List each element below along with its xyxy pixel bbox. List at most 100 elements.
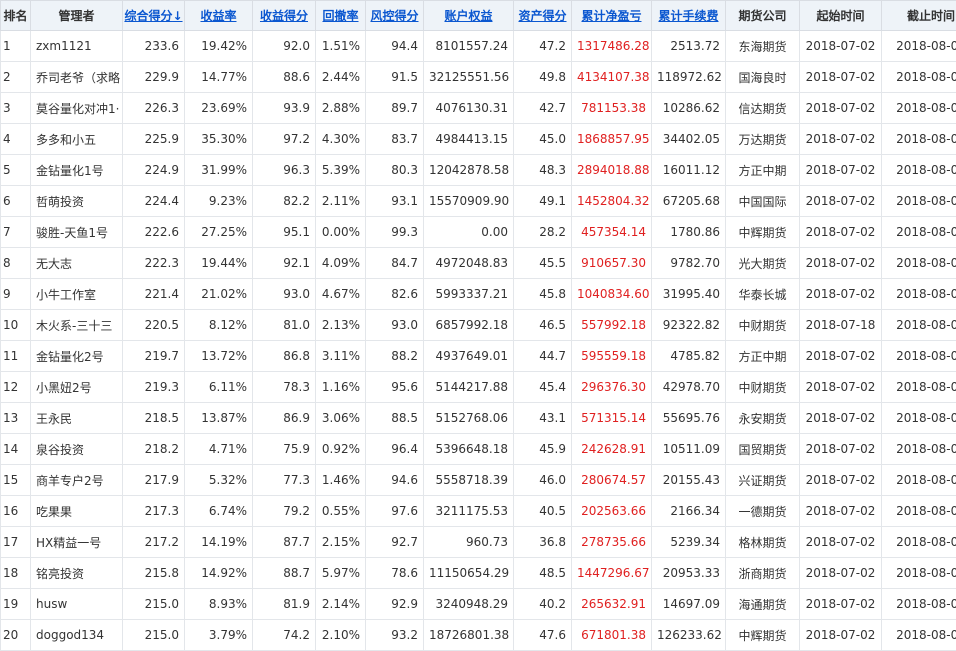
cell-asset-score: 47.2 <box>514 31 572 62</box>
cell-drawdown: 0.00% <box>316 217 366 248</box>
cell-asset-score: 45.4 <box>514 372 572 403</box>
cell-manager: 莫谷量化对冲1· <box>31 93 123 124</box>
column-header-label[interactable]: 账户权益 <box>444 9 492 23</box>
cell-drawdown: 2.10% <box>316 620 366 651</box>
cell-net-pnl: 1317486.28 <box>572 31 652 62</box>
cell-asset-score: 47.6 <box>514 620 572 651</box>
cell-risk-score: 84.7 <box>366 248 424 279</box>
column-header-label: 排名 <box>3 9 27 23</box>
cell-drawdown: 2.88% <box>316 93 366 124</box>
cell-start: 2018-07-02 <box>800 62 882 93</box>
cell-risk-score: 89.7 <box>366 93 424 124</box>
cell-broker: 方正中期 <box>726 155 800 186</box>
column-header-label: 管理者 <box>58 9 94 23</box>
cell-net-pnl: 457354.14 <box>572 217 652 248</box>
cell-broker: 中辉期货 <box>726 217 800 248</box>
cell-risk-score: 93.2 <box>366 620 424 651</box>
cell-return-rate: 31.99% <box>185 155 253 186</box>
cell-broker: 一德期货 <box>726 496 800 527</box>
column-header-label[interactable]: 综合得分 <box>124 9 172 23</box>
cell-drawdown: 0.55% <box>316 496 366 527</box>
cell-fees: 2513.72 <box>652 31 726 62</box>
cell-return-score: 95.1 <box>253 217 316 248</box>
column-header-fees[interactable]: 累计手续费 <box>652 1 726 31</box>
cell-return-score: 77.3 <box>253 465 316 496</box>
column-header-label[interactable]: 回撤率 <box>322 9 358 23</box>
cell-net-pnl: 1447296.67 <box>572 558 652 589</box>
cell-rank: 12 <box>1 372 31 403</box>
cell-asset-score: 49.1 <box>514 186 572 217</box>
cell-broker: 中财期货 <box>726 310 800 341</box>
column-header-equity[interactable]: 账户权益 <box>424 1 514 31</box>
cell-return-rate: 6.74% <box>185 496 253 527</box>
cell-net-pnl: 280674.57 <box>572 465 652 496</box>
cell-manager: 哲萌投资 <box>31 186 123 217</box>
cell-manager: husw <box>31 589 123 620</box>
cell-total-score: 219.7 <box>123 341 185 372</box>
cell-net-pnl: 278735.66 <box>572 527 652 558</box>
cell-drawdown: 2.44% <box>316 62 366 93</box>
cell-equity: 5993337.21 <box>424 279 514 310</box>
cell-fees: 10511.09 <box>652 434 726 465</box>
cell-fees: 31995.40 <box>652 279 726 310</box>
cell-total-score: 217.9 <box>123 465 185 496</box>
column-header-rank: 排名 <box>1 1 31 31</box>
cell-rank: 16 <box>1 496 31 527</box>
column-header-label[interactable]: 收益率 <box>200 9 236 23</box>
cell-return-rate: 35.30% <box>185 124 253 155</box>
cell-rank: 4 <box>1 124 31 155</box>
cell-drawdown: 1.16% <box>316 372 366 403</box>
cell-risk-score: 88.5 <box>366 403 424 434</box>
cell-return-rate: 3.79% <box>185 620 253 651</box>
cell-equity: 4972048.83 <box>424 248 514 279</box>
column-header-drawdown[interactable]: 回撤率 <box>316 1 366 31</box>
column-header-end: 截止时间 <box>882 1 956 31</box>
cell-return-score: 81.0 <box>253 310 316 341</box>
cell-equity: 3240948.29 <box>424 589 514 620</box>
cell-net-pnl: 1868857.95 <box>572 124 652 155</box>
cell-drawdown: 2.13% <box>316 310 366 341</box>
column-header-label[interactable]: 风控得分 <box>370 9 418 23</box>
column-header-label[interactable]: 收益得分 <box>260 9 308 23</box>
cell-asset-score: 44.7 <box>514 341 572 372</box>
cell-risk-score: 96.4 <box>366 434 424 465</box>
cell-return-score: 92.0 <box>253 31 316 62</box>
column-header-asset-score[interactable]: 资产得分 <box>514 1 572 31</box>
column-header-label[interactable]: 资产得分 <box>518 9 566 23</box>
column-header-total-score[interactable]: 综合得分↓ <box>123 1 185 31</box>
cell-end: 2018-08-03 <box>882 434 956 465</box>
cell-equity: 18726801.38 <box>424 620 514 651</box>
cell-fees: 118972.62 <box>652 62 726 93</box>
cell-manager: 乔司老爷（求略 <box>31 62 123 93</box>
cell-total-score: 225.9 <box>123 124 185 155</box>
column-header-net-pnl[interactable]: 累计净盈亏 <box>572 1 652 31</box>
cell-risk-score: 92.9 <box>366 589 424 620</box>
cell-net-pnl: 781153.38 <box>572 93 652 124</box>
cell-fees: 20953.33 <box>652 558 726 589</box>
cell-asset-score: 45.5 <box>514 248 572 279</box>
column-header-manager: 管理者 <box>31 1 123 31</box>
cell-start: 2018-07-02 <box>800 186 882 217</box>
cell-start: 2018-07-02 <box>800 434 882 465</box>
cell-manager: 无大志 <box>31 248 123 279</box>
cell-return-rate: 9.23% <box>185 186 253 217</box>
cell-end: 2018-08-03 <box>882 341 956 372</box>
cell-equity: 4937649.01 <box>424 341 514 372</box>
column-header-return-rate[interactable]: 收益率 <box>185 1 253 31</box>
column-header-risk-score[interactable]: 风控得分 <box>366 1 424 31</box>
cell-rank: 17 <box>1 527 31 558</box>
column-header-label[interactable]: 累计净盈亏 <box>581 9 641 23</box>
cell-manager: zxm1121 <box>31 31 123 62</box>
cell-manager: 金钻量化2号 <box>31 341 123 372</box>
cell-total-score: 219.3 <box>123 372 185 403</box>
cell-start: 2018-07-02 <box>800 558 882 589</box>
table-header: 排名 管理者 综合得分↓ 收益率 收益得分回撤率风控得分 账户权益 资产得分 累计净盈亏 累计手… <box>1 1 956 31</box>
cell-risk-score: 82.6 <box>366 279 424 310</box>
cell-return-rate: 13.72% <box>185 341 253 372</box>
column-header-label[interactable]: 累计手续费 <box>658 9 718 23</box>
cell-return-score: 75.9 <box>253 434 316 465</box>
cell-total-score: 215.0 <box>123 620 185 651</box>
cell-end: 2018-08-03 <box>882 62 956 93</box>
cell-risk-score: 94.6 <box>366 465 424 496</box>
column-header-return-score[interactable]: 收益得分 <box>253 1 316 31</box>
